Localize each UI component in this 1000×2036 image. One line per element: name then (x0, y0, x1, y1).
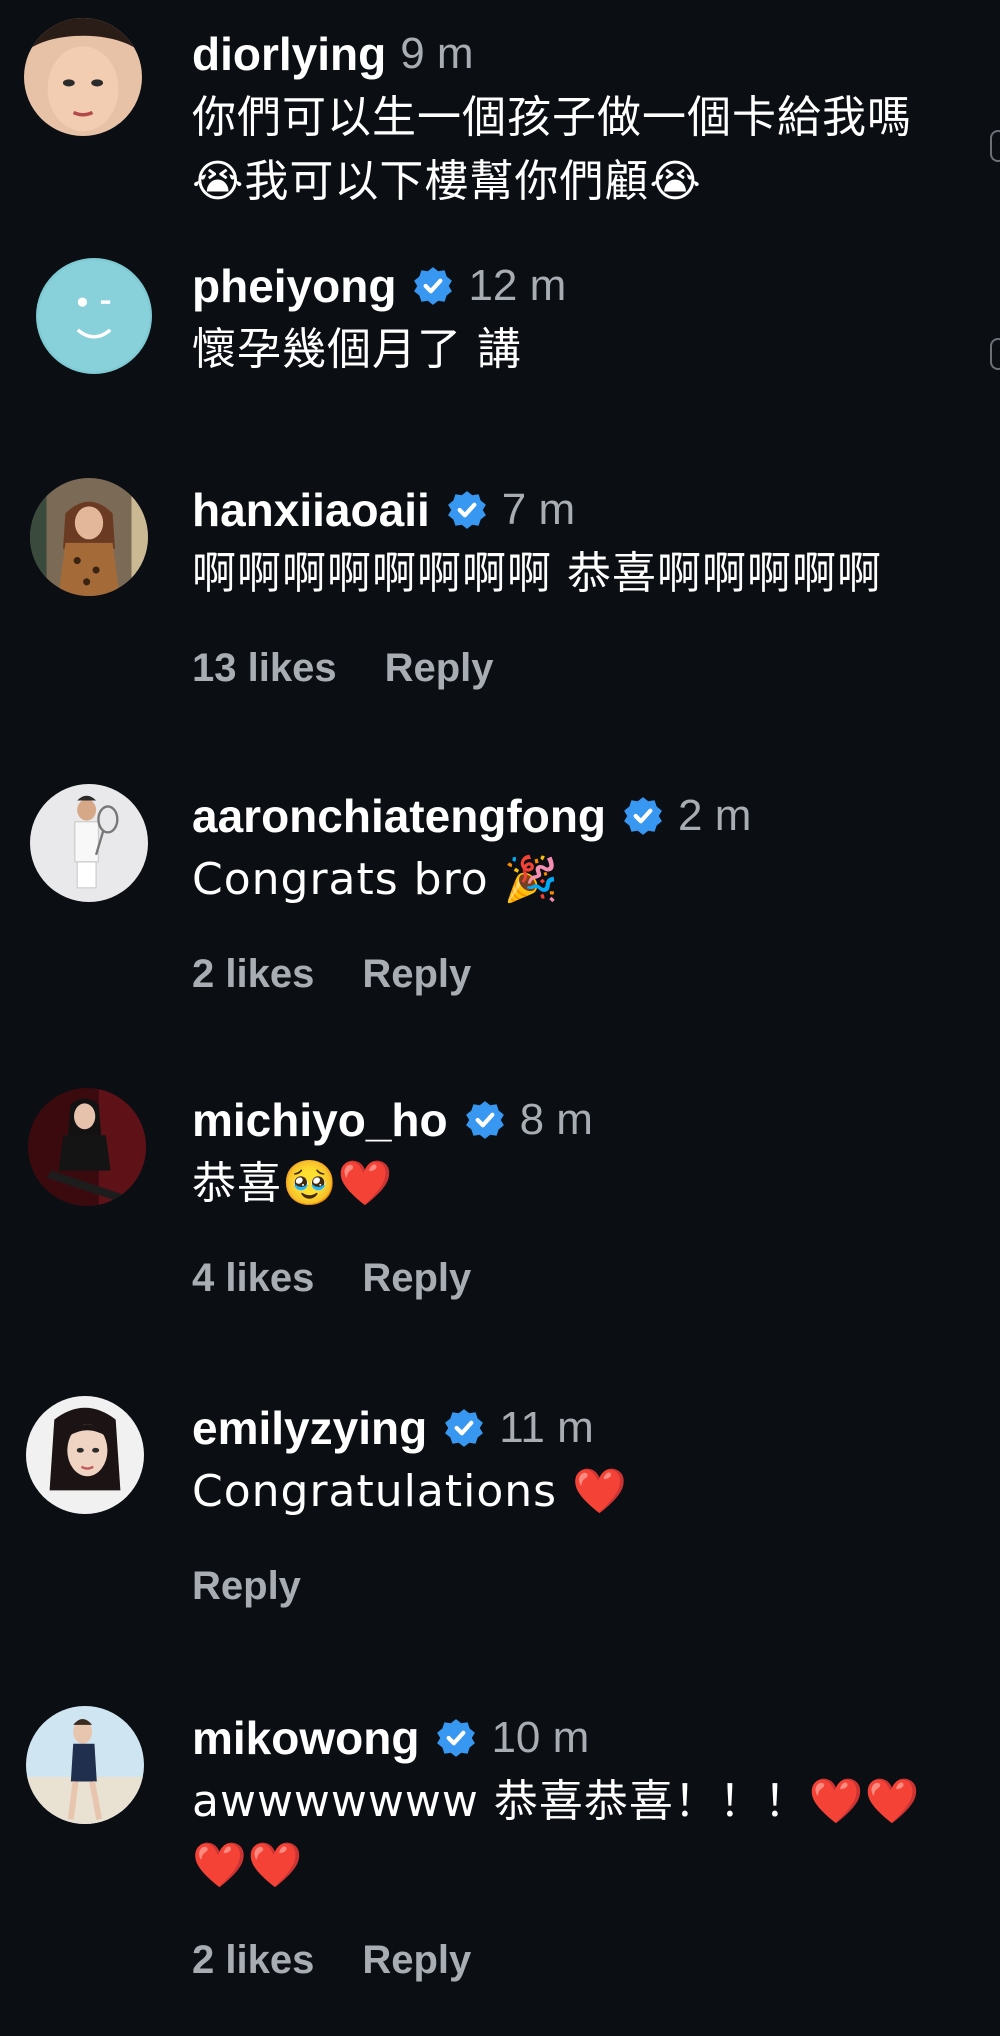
timestamp: 7 m (501, 485, 576, 534)
username[interactable]: pheiyong (192, 259, 396, 313)
username[interactable]: diorlying (192, 27, 386, 81)
comment-text-line: 啊啊啊啊啊啊啊啊 恭喜啊啊啊啊啊 (192, 548, 882, 599)
comment-text: 懷孕幾個月了 講 (192, 318, 960, 382)
username[interactable]: mikowong (192, 1711, 419, 1765)
comment-text: Congrats bro 🎉 (192, 848, 960, 912)
timestamp: 12 m (468, 261, 567, 310)
comment-text: 恭喜🥹❤️ (192, 1152, 960, 1216)
comment-text-line: Congratulations ❤️ (192, 1466, 628, 1517)
username[interactable]: emilyzying (192, 1401, 427, 1455)
verified-badge-icon (435, 1717, 477, 1759)
reply-button[interactable]: Reply (192, 1564, 301, 1609)
avatar[interactable] (26, 1706, 144, 1824)
likes-count[interactable]: 2 likes (192, 1938, 314, 1983)
username[interactable]: michiyo_ho (192, 1093, 448, 1147)
username[interactable]: hanxiiaoaii (192, 483, 430, 537)
username[interactable]: aaronchiatengfong (192, 789, 606, 843)
likes-count[interactable]: 13 likes (192, 646, 337, 691)
avatar[interactable] (26, 1396, 144, 1514)
comment-text-line: Congrats bro 🎉 (192, 854, 560, 905)
timestamp: 8 m (519, 1095, 593, 1144)
comment-text-line: ❤️❤️ (192, 1840, 304, 1891)
likes-count[interactable]: 2 likes (192, 952, 314, 997)
like-heart-icon[interactable] (990, 130, 1000, 162)
avatar[interactable] (24, 18, 142, 136)
avatar[interactable] (30, 478, 148, 596)
like-heart-icon[interactable] (990, 338, 1000, 370)
reply-button[interactable]: Reply (362, 1938, 471, 1983)
avatar[interactable] (28, 1088, 146, 1206)
comment-text-line: 懷孕幾個月了 講 (192, 324, 522, 375)
comment-text-line: 恭喜🥹❤️ (192, 1158, 394, 1209)
reply-button[interactable]: Reply (385, 646, 494, 691)
timestamp: 10 m (491, 1713, 590, 1762)
reply-button[interactable]: Reply (362, 1256, 471, 1301)
verified-badge-icon (464, 1099, 506, 1141)
timestamp: 11 m (499, 1403, 594, 1452)
comment-text: Congratulations ❤️ (192, 1460, 960, 1524)
verified-badge-icon (412, 265, 454, 307)
verified-badge-icon (622, 795, 664, 837)
timestamp: 2 m (678, 791, 752, 840)
likes-count[interactable]: 4 likes (192, 1256, 314, 1301)
comment-text-line: awwwwwww 恭喜恭喜！！！❤️❤️ (192, 1776, 921, 1827)
avatar[interactable] (30, 784, 148, 902)
verified-badge-icon (443, 1407, 485, 1449)
comment-text: 啊啊啊啊啊啊啊啊 恭喜啊啊啊啊啊 (192, 542, 960, 606)
avatar[interactable] (36, 258, 152, 374)
comment-text: awwwwwww 恭喜恭喜！！！❤️❤️ ❤️❤️ (192, 1770, 960, 1898)
timestamp: 9 m (400, 29, 474, 78)
comment-text: 你們可以生一個孩子做一個卡給我嗎 😭我可以下樓幫你們顧😭 (192, 86, 960, 214)
comment-text-line: 你們可以生一個孩子做一個卡給我嗎 (192, 92, 912, 143)
verified-badge-icon (446, 489, 488, 531)
comment-text-line: 😭我可以下樓幫你們顧😭 (192, 156, 702, 207)
reply-button[interactable]: Reply (362, 952, 471, 997)
